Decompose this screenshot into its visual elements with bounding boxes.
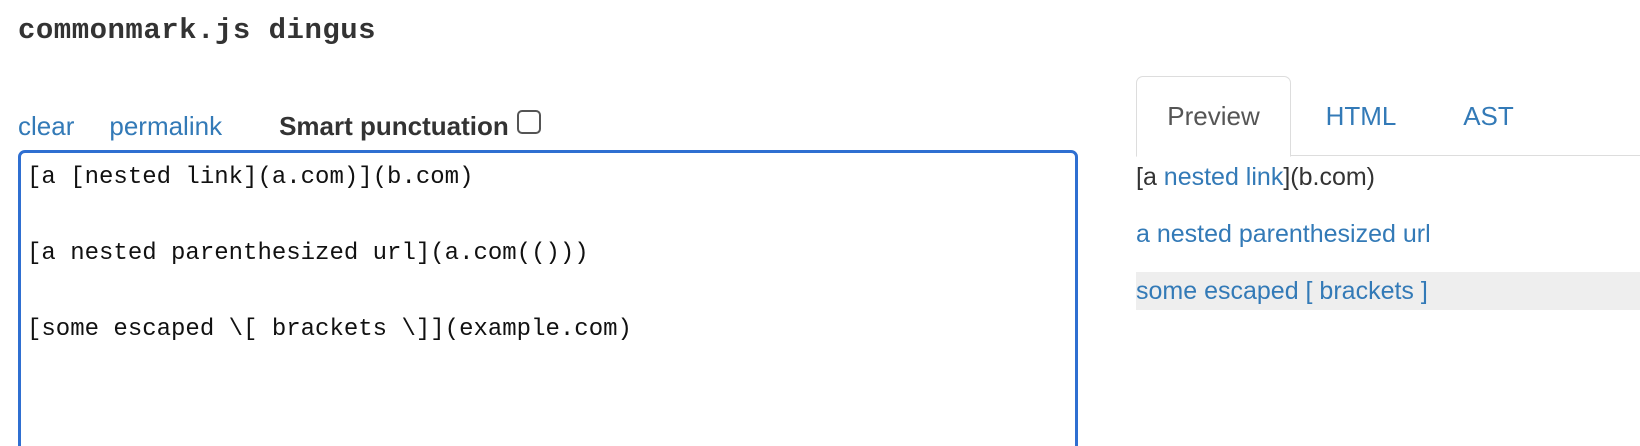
markdown-editor[interactable]: [a [nested link](a.com)](b.com) [a neste…: [18, 150, 1078, 446]
tab-ast[interactable]: AST: [1456, 76, 1521, 156]
preview-link[interactable]: some escaped [ brackets ]: [1136, 277, 1428, 305]
preview-paragraph: [a nested link](b.com): [1136, 158, 1375, 196]
preview-text: ](b.com): [1283, 163, 1376, 191]
preview-link[interactable]: nested link: [1164, 163, 1284, 191]
page-title: commonmark.js dingus: [18, 14, 377, 47]
preview-link[interactable]: a nested parenthesized url: [1136, 220, 1431, 248]
tab-html[interactable]: HTML: [1321, 76, 1401, 156]
preview-text: [a: [1136, 163, 1164, 191]
smart-punctuation-checkbox[interactable]: [516, 110, 541, 134]
preview-paragraph-highlighted: some escaped [ brackets ]: [1136, 272, 1640, 310]
smart-punctuation-option[interactable]: Smart punctuation: [279, 110, 541, 142]
editor-line: [a [nested link](a.com)](b.com): [27, 164, 474, 191]
editor-line: [a nested parenthesized url](a.com(())): [27, 240, 589, 267]
editor-line: [some escaped \[ brackets \]](example.co…: [27, 316, 632, 343]
dingus-page: commonmark.js dingus clear permalink Sma…: [0, 0, 1640, 446]
output-tabs: Preview HTML AST: [1136, 76, 1640, 157]
preview-paragraph: a nested parenthesized url: [1136, 215, 1431, 253]
tab-preview[interactable]: Preview: [1136, 76, 1291, 157]
smart-punctuation-label: Smart punctuation: [279, 110, 509, 141]
permalink-link[interactable]: permalink: [109, 111, 222, 142]
clear-link[interactable]: clear: [18, 111, 74, 142]
toolbar: clear permalink Smart punctuation: [18, 108, 541, 144]
